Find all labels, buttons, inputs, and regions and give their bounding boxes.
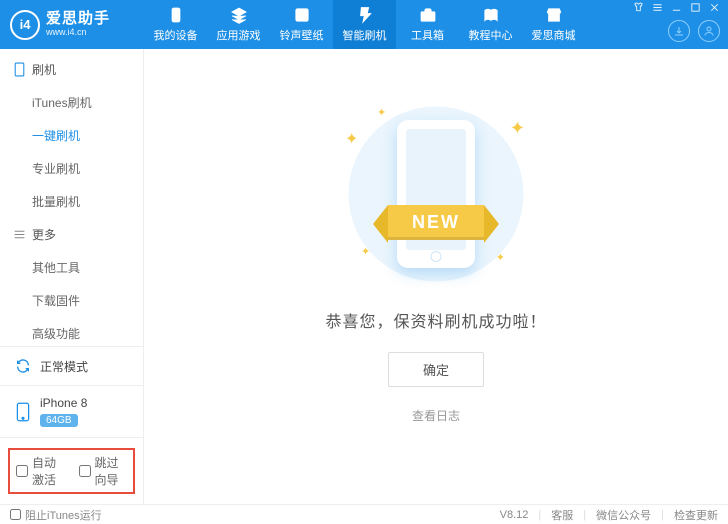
refresh-icon [14,357,32,375]
star-icon: ✦ [345,129,358,149]
auto-activate-label: 自动激活 [32,454,65,488]
device-icon [167,6,185,24]
block-itunes-label: 阻止iTunes运行 [25,507,102,523]
store-icon [545,6,563,24]
apps-icon [230,6,248,24]
nav-label: 铃声壁纸 [280,27,324,43]
view-log-link[interactable]: 查看日志 [412,407,460,424]
sidebar-item[interactable]: 下载固件 [0,284,143,317]
nav-label: 应用游戏 [217,27,261,43]
nav-label: 教程中心 [469,27,513,43]
sidebar-group-0[interactable]: 刷机 [0,53,143,86]
sidebar-item[interactable]: 专业刷机 [0,152,143,185]
sidebar-item[interactable]: iTunes刷机 [0,86,143,119]
book-icon [482,6,500,24]
device-block[interactable]: iPhone 8 64GB [0,385,143,437]
maximize-icon[interactable] [690,2,701,16]
nav-toolbox[interactable]: 工具箱 [396,0,459,49]
sidebar-item[interactable]: 批量刷机 [0,185,143,218]
main-content: NEW ✦ ✦ ✦ ✦ ✦ 恭喜您，保资料刷机成功啦！ 确定 查看日志 [144,49,728,504]
device-name: iPhone 8 [40,396,87,410]
user-icon[interactable] [698,20,720,42]
group-title: 更多 [32,226,56,243]
status-bar: 阻止iTunes运行 V8.12 | 客服 | 微信公众号 | 检查更新 [0,504,728,524]
menu-icon[interactable] [652,2,663,16]
logo-area: i4 爱思助手 www.i4.cn [0,0,144,49]
support-link[interactable]: 客服 [551,507,573,523]
brand-name: 爱思助手 [46,11,110,28]
nav-label: 爱思商城 [532,27,576,43]
nav-label: 智能刷机 [343,27,387,43]
skip-setup-checkbox[interactable]: 跳过向导 [79,454,128,488]
ring-icon [293,6,311,24]
nav-device[interactable]: 我的设备 [144,0,207,49]
sidebar-item[interactable]: 其他工具 [0,251,143,284]
nav-label: 工具箱 [411,27,444,43]
star-icon: ✦ [510,118,525,139]
top-nav: 我的设备 应用游戏 铃声壁纸 智能刷机 工具箱 教程中心 爱思商城 [144,0,633,49]
nav-label: 我的设备 [154,27,198,43]
star-icon: ✦ [496,251,505,264]
download-icon[interactable] [668,20,690,42]
toolbox-icon [419,6,437,24]
nav-book[interactable]: 教程中心 [459,0,522,49]
close-icon[interactable] [709,2,720,16]
mode-label: 正常模式 [40,358,88,375]
nav-ring[interactable]: 铃声壁纸 [270,0,333,49]
update-link[interactable]: 检查更新 [674,507,718,523]
body: 刷机 iTunes刷机一键刷机专业刷机批量刷机更多其他工具下载固件高级功能 正常模… [0,49,728,504]
flash-icon [356,6,374,24]
window-controls [633,0,728,49]
mode-block[interactable]: 正常模式 [0,346,143,385]
sidebar: 刷机 iTunes刷机一键刷机专业刷机批量刷机更多其他工具下载固件高级功能 正常模… [0,49,144,504]
sidebar-group-1[interactable]: 更多 [0,218,143,251]
sidebar-item[interactable]: 一键刷机 [0,119,143,152]
menu-icon [12,228,26,242]
nav-apps[interactable]: 应用游戏 [207,0,270,49]
version-label: V8.12 [500,509,529,521]
skip-setup-label: 跳过向导 [95,454,128,488]
block-itunes-checkbox[interactable]: 阻止iTunes运行 [10,507,102,523]
brand-site: www.i4.cn [46,28,110,38]
nav-flash[interactable]: 智能刷机 [333,0,396,49]
nav-store[interactable]: 爱思商城 [522,0,585,49]
phone-icon [12,63,26,77]
group-title: 刷机 [32,61,56,78]
star-icon: ✦ [377,106,386,119]
confirm-button[interactable]: 确定 [388,352,484,387]
storage-badge: 64GB [40,414,78,427]
phone-icon [14,403,32,421]
auto-activate-checkbox[interactable]: 自动激活 [16,454,65,488]
logo-icon: i4 [10,10,40,40]
star-icon: ✦ [361,245,370,258]
bottom-checks: 自动激活 跳过向导 [0,437,143,504]
wechat-link[interactable]: 微信公众号 [596,507,651,523]
minimize-icon[interactable] [671,2,682,16]
sidebar-item[interactable]: 高级功能 [0,317,143,346]
hero-illustration: NEW ✦ ✦ ✦ ✦ ✦ [331,104,541,284]
shirt-icon[interactable] [633,2,644,16]
success-message: 恭喜您，保资料刷机成功啦！ [325,308,546,332]
titlebar: i4 爱思助手 www.i4.cn 我的设备 应用游戏 铃声壁纸 智能刷机 工具箱 教程中… [0,0,728,49]
